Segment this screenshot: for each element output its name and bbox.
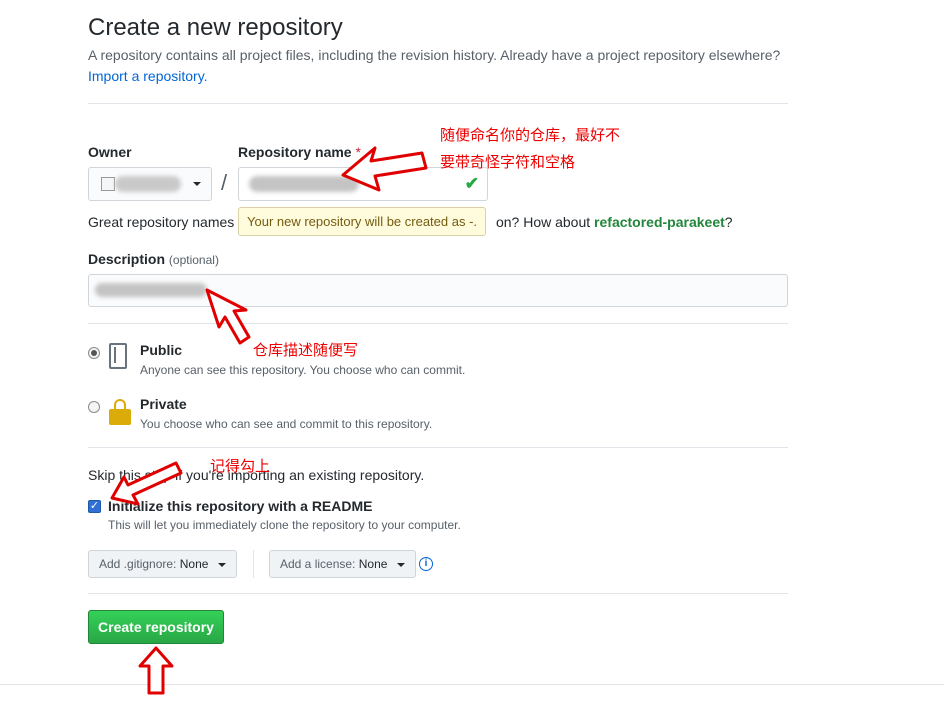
arrow-to-repo-name [341, 146, 428, 192]
arrow-to-description [205, 288, 251, 345]
arrow-to-readme-checkbox [110, 461, 183, 506]
arrow-to-create-button [138, 646, 174, 695]
annotation-arrows [110, 146, 428, 695]
